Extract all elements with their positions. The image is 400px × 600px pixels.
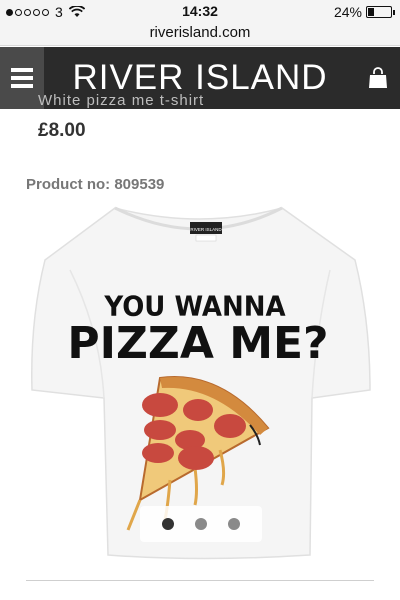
battery-indicator: 24% (333, 4, 395, 20)
divider (26, 580, 374, 581)
graphic-text-line2: PIZZA ME? (67, 318, 328, 369)
neck-label-text: RIVER ISLAND (190, 227, 222, 232)
hamburger-icon-line (11, 84, 33, 88)
hamburger-icon-line (11, 76, 33, 80)
product-title: White pizza me t-shirt (38, 92, 205, 109)
product-price: £8.00 (38, 120, 86, 141)
status-bar: 3 14:32 24% (0, 0, 400, 22)
hamburger-icon (11, 68, 33, 72)
battery-percent: 24% (333, 4, 362, 20)
product-number-value: 809539 (114, 176, 165, 193)
carousel-dot[interactable] (227, 518, 240, 530)
shopping-bag-icon (369, 67, 387, 88)
shopping-bag-button[interactable] (356, 47, 400, 109)
image-carousel-indicator (140, 506, 262, 542)
battery-icon (366, 6, 395, 18)
address-bar[interactable]: riverisland.com (0, 22, 400, 46)
carousel-dot[interactable] (162, 518, 175, 530)
battery-fill (368, 8, 374, 16)
carousel-dot[interactable] (194, 518, 207, 530)
product-number-label: Product no: (26, 176, 111, 193)
product-number: Product no: 809539 (26, 176, 164, 193)
